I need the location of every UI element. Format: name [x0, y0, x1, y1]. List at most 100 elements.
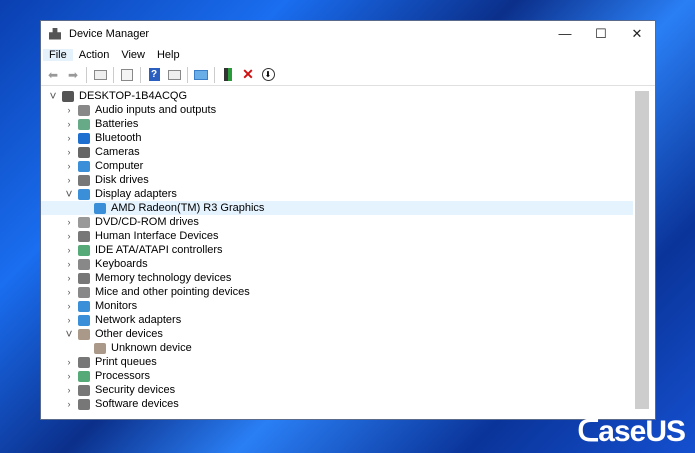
- minimize-button[interactable]: —: [547, 26, 583, 42]
- collapse-chevron-icon[interactable]: ›: [63, 399, 75, 409]
- tree-item[interactable]: ˅ Display adapters: [41, 187, 633, 201]
- tree-item[interactable]: › DVD/CD-ROM drives: [41, 215, 633, 229]
- device-category-icon: [78, 370, 90, 382]
- device-category-icon: [78, 328, 90, 340]
- tree-item[interactable]: › Processors: [41, 369, 633, 383]
- tree-item-label: DVD/CD-ROM drives: [95, 216, 199, 228]
- tree-item[interactable]: › IDE ATA/ATAPI controllers: [41, 243, 633, 257]
- device-category-icon: [78, 104, 90, 116]
- tree-item[interactable]: › Batteries: [41, 117, 633, 131]
- collapse-chevron-icon[interactable]: ›: [63, 161, 75, 171]
- uninstall-icon[interactable]: ✕: [240, 66, 256, 83]
- forward-icon[interactable]: ➡: [65, 67, 81, 83]
- collapse-chevron-icon[interactable]: ›: [63, 357, 75, 367]
- close-button[interactable]: ✕: [619, 26, 655, 42]
- device-category-icon: [94, 202, 106, 214]
- collapse-chevron-icon[interactable]: ›: [63, 245, 75, 255]
- expand-chevron-icon[interactable]: ˅: [47, 89, 59, 103]
- collapse-chevron-icon[interactable]: ›: [63, 301, 75, 311]
- show-hidden-icon[interactable]: [166, 67, 182, 83]
- tree-item[interactable]: › Audio inputs and outputs: [41, 103, 633, 117]
- tree-item[interactable]: › Mice and other pointing devices: [41, 285, 633, 299]
- back-icon[interactable]: ⬅: [45, 67, 61, 83]
- menu-bar: File Action View Help: [41, 46, 655, 64]
- collapse-chevron-icon[interactable]: ›: [63, 385, 75, 395]
- tree-item-label: AMD Radeon(TM) R3 Graphics: [111, 202, 265, 214]
- scrollbar-thumb[interactable]: [635, 91, 649, 409]
- tree-item-label: Computer: [95, 160, 144, 172]
- add-driver-icon[interactable]: [220, 67, 236, 83]
- device-category-icon: [78, 146, 90, 158]
- tree-item[interactable]: › Computer: [41, 159, 633, 173]
- tree-item[interactable]: › Security devices: [41, 383, 633, 397]
- title-bar: Device Manager — ☐ ✕: [41, 21, 655, 46]
- tree-item[interactable]: ˅ Other devices: [41, 327, 633, 341]
- collapse-chevron-icon[interactable]: ›: [63, 273, 75, 283]
- collapse-chevron-icon[interactable]: ›: [63, 231, 75, 241]
- collapse-chevron-icon[interactable]: ›: [63, 105, 75, 115]
- device-category-icon: [62, 90, 74, 102]
- device-tree: ˅ DESKTOP-1B4ACQG › Audio inputs and output…: [41, 87, 633, 419]
- window-title: Device Manager: [69, 27, 150, 40]
- collapse-chevron-icon[interactable]: ›: [63, 287, 75, 297]
- tree-item[interactable]: › Cameras: [41, 145, 633, 159]
- menu-file[interactable]: File: [43, 49, 73, 61]
- tree-item[interactable]: › Bluetooth: [41, 131, 633, 145]
- scan-icon[interactable]: [193, 67, 209, 83]
- collapse-chevron-icon[interactable]: ›: [63, 259, 75, 269]
- menu-action[interactable]: Action: [73, 49, 116, 61]
- tree-item-label: Audio inputs and outputs: [95, 104, 217, 116]
- tree-item-label: Network adapters: [95, 314, 182, 326]
- scrollbar[interactable]: [635, 91, 649, 409]
- collapse-chevron-icon[interactable]: ›: [63, 133, 75, 143]
- tree-child-item[interactable]: Unknown device: [41, 341, 633, 355]
- separator: [187, 66, 188, 83]
- tree-item[interactable]: › Monitors: [41, 299, 633, 313]
- device-category-icon: [78, 188, 90, 200]
- update-icon[interactable]: ⬇: [260, 67, 276, 83]
- tree-item-label: DESKTOP-1B4ACQG: [79, 90, 187, 102]
- collapse-chevron-icon[interactable]: ›: [63, 315, 75, 325]
- tree-item[interactable]: › Software devices: [41, 397, 633, 411]
- separator: [214, 66, 215, 83]
- collapse-chevron-icon[interactable]: ›: [63, 217, 75, 227]
- tree-item-label: Cameras: [95, 146, 140, 158]
- collapse-chevron-icon[interactable]: ›: [63, 371, 75, 381]
- device-category-icon: [78, 118, 90, 130]
- collapse-chevron-icon[interactable]: ›: [63, 147, 75, 157]
- device-category-icon: [78, 258, 90, 270]
- separator: [113, 66, 114, 83]
- tree-item[interactable]: › Keyboards: [41, 257, 633, 271]
- maximize-button[interactable]: ☐: [583, 26, 619, 42]
- device-category-icon: [78, 398, 90, 410]
- device-category-icon: [94, 342, 106, 354]
- collapse-chevron-icon[interactable]: ›: [63, 119, 75, 129]
- toolbar: ⬅ ➡ ? ✕ ⬇: [41, 64, 655, 86]
- expand-chevron-icon[interactable]: ˅: [63, 187, 75, 201]
- collapse-chevron-icon[interactable]: ›: [63, 175, 75, 185]
- tree-item-label: Monitors: [95, 300, 138, 312]
- device-category-icon: [78, 160, 90, 172]
- device-category-icon: [78, 384, 90, 396]
- menu-help[interactable]: Help: [151, 49, 186, 61]
- tree-root[interactable]: ˅ DESKTOP-1B4ACQG: [41, 89, 633, 103]
- tree-item-label: Processors: [95, 370, 151, 382]
- tree-item[interactable]: › Network adapters: [41, 313, 633, 327]
- device-category-icon: [78, 244, 90, 256]
- device-category-icon: [78, 132, 90, 144]
- tree-item[interactable]: › Human Interface Devices: [41, 229, 633, 243]
- tree-item[interactable]: › Disk drives: [41, 173, 633, 187]
- view-icon[interactable]: [119, 67, 135, 83]
- tree-child-item[interactable]: AMD Radeon(TM) R3 Graphics: [41, 201, 633, 215]
- help-icon[interactable]: ?: [146, 67, 162, 83]
- tree-item-label: Unknown device: [111, 342, 192, 354]
- tree-item[interactable]: › Print queues: [41, 355, 633, 369]
- tree-item-label: Mice and other pointing devices: [95, 286, 250, 298]
- device-category-icon: [78, 286, 90, 298]
- expand-chevron-icon[interactable]: ˅: [63, 327, 75, 341]
- tree-item[interactable]: › Memory technology devices: [41, 271, 633, 285]
- menu-view[interactable]: View: [115, 49, 151, 61]
- tree-item-label: Keyboards: [95, 258, 148, 270]
- properties-icon[interactable]: [92, 67, 108, 83]
- device-category-icon: [78, 314, 90, 326]
